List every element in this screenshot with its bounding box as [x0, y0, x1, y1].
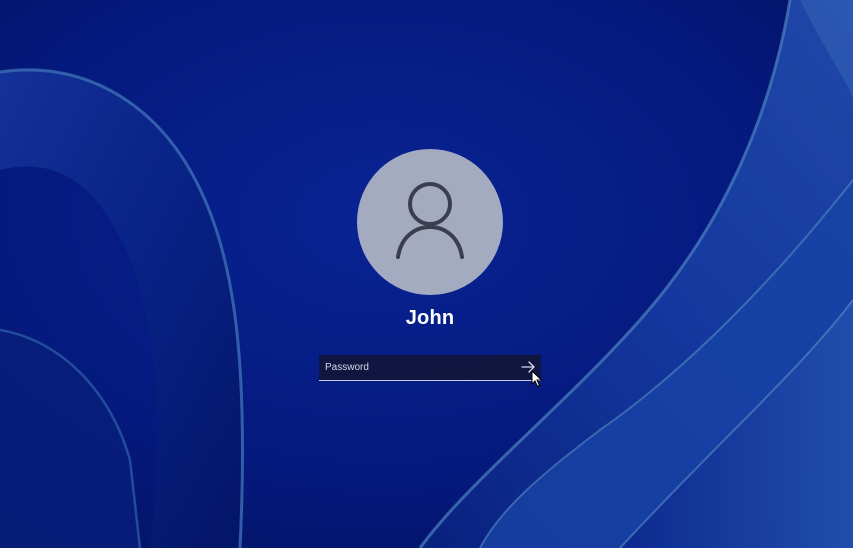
- password-input[interactable]: [319, 355, 515, 379]
- mouse-pointer-icon: [531, 370, 543, 388]
- person-icon: [396, 182, 464, 259]
- user-name: John: [405, 307, 455, 329]
- password-field-container: [319, 355, 541, 381]
- user-avatar: [357, 149, 503, 295]
- login-panel: John: [0, 0, 853, 548]
- lock-screen: John: [0, 0, 853, 548]
